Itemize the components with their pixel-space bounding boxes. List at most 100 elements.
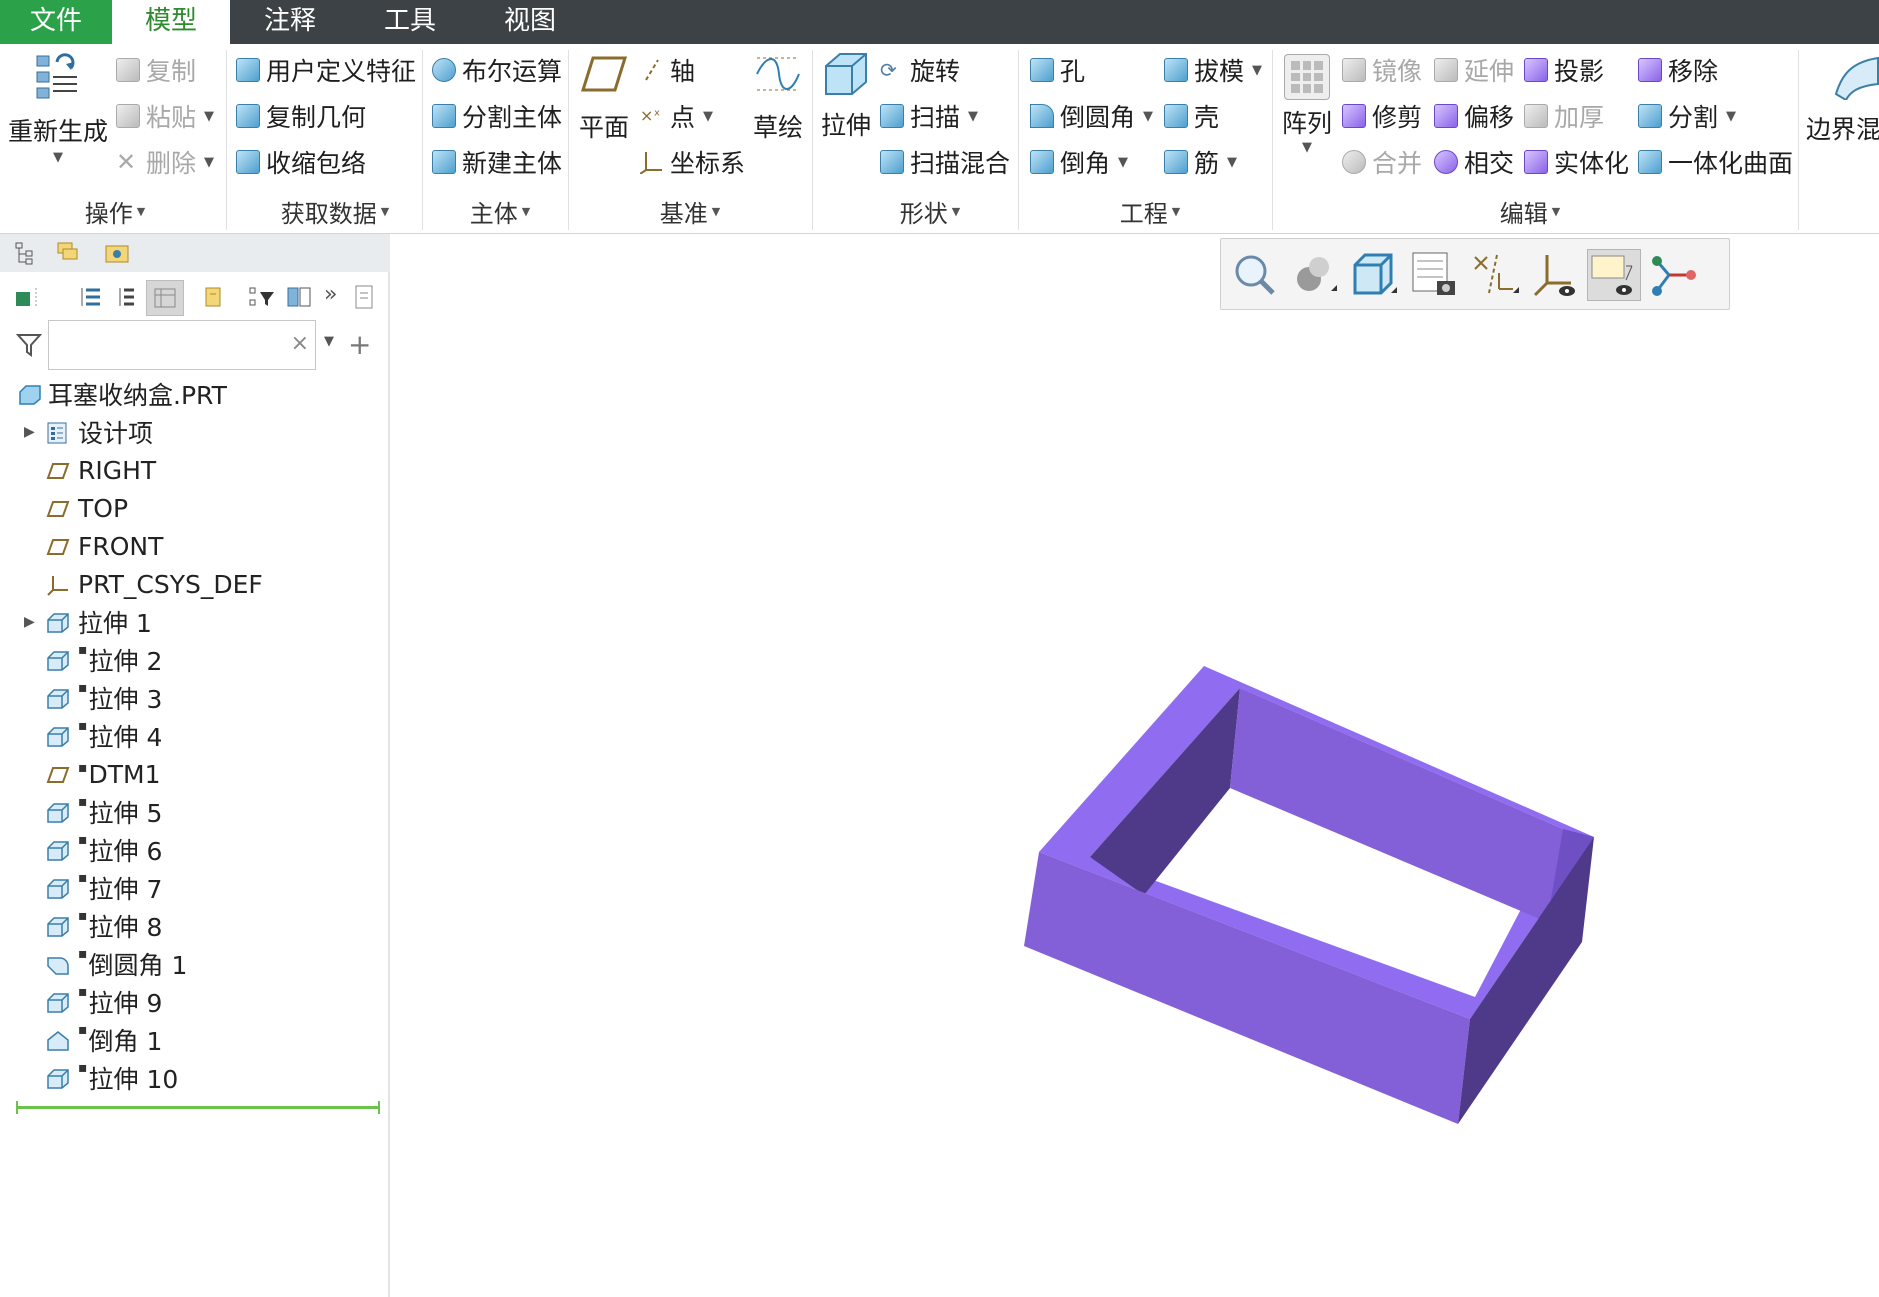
shell-button[interactable]: 壳 xyxy=(1164,98,1219,134)
axis-button[interactable]: 轴 xyxy=(640,52,695,88)
csys-button[interactable]: 坐标系 xyxy=(639,144,745,180)
tree-search-input[interactable]: × xyxy=(48,320,316,370)
tree-item[interactable]: ▪拉伸 10 xyxy=(0,1060,380,1096)
group-shapes[interactable]: 形状 ▼ xyxy=(870,194,990,228)
clear-search-icon[interactable]: × xyxy=(291,331,309,356)
datum-display-icon[interactable] xyxy=(1467,249,1521,301)
udf-button[interactable]: 用户定义特征 xyxy=(236,52,416,88)
tree-item[interactable]: ▶ 拉伸 1 xyxy=(0,604,380,640)
tree-item[interactable]: ▪拉伸 6 xyxy=(0,832,380,868)
revolve-button[interactable]: ⟳ 旋转 xyxy=(880,52,960,88)
tree-item[interactable]: ▪拉伸 2 xyxy=(0,642,380,678)
view-manager-icon[interactable] xyxy=(1407,249,1461,301)
tree-display-icon[interactable] xyxy=(14,284,40,310)
shrinkwrap-button[interactable]: 收缩包络 xyxy=(236,144,366,180)
refit-icon[interactable] xyxy=(1227,249,1281,301)
tree-item[interactable]: ▶ 设计项 xyxy=(0,414,380,450)
split-body-button[interactable]: 分割主体 xyxy=(432,98,562,134)
chamfer-button[interactable]: 倒角 ▼ xyxy=(1030,144,1128,180)
tree-item[interactable]: ▪拉伸 3 xyxy=(0,680,380,716)
tree-page-icon[interactable] xyxy=(352,284,378,310)
pattern-button[interactable]: 阵列 ▼ xyxy=(1278,54,1336,155)
annotation-display-icon[interactable] xyxy=(1587,249,1641,301)
add-filter-icon[interactable]: + xyxy=(348,328,371,361)
plane-button[interactable]: 平面 xyxy=(576,54,632,144)
group-operations[interactable]: 操作 ▼ xyxy=(40,194,190,228)
tab-view[interactable]: 视图 xyxy=(480,0,580,44)
expand-arrow-icon[interactable]: ▶ xyxy=(24,614,38,630)
regenerate-dropdown[interactable]: ▼ xyxy=(6,150,110,165)
pattern-dropdown[interactable]: ▼ xyxy=(1278,140,1336,155)
tree-item[interactable]: ▪拉伸 8 xyxy=(0,908,380,944)
group-datum[interactable]: 基准 ▼ xyxy=(630,194,750,228)
tree-item[interactable]: PRT_CSYS_DEF xyxy=(0,566,380,602)
tree-columns-setup-icon[interactable] xyxy=(286,284,312,310)
spin-center-icon[interactable] xyxy=(1647,249,1701,301)
tab-annotate[interactable]: 注释 xyxy=(240,0,340,44)
rib-button[interactable]: 筋 ▼ xyxy=(1164,144,1237,180)
project-button[interactable]: 投影 xyxy=(1524,52,1604,88)
mirror-button[interactable]: 镜像 xyxy=(1342,52,1422,88)
tree-item[interactable]: ▪拉伸 5 xyxy=(0,794,380,830)
thicken-button[interactable]: 加厚 xyxy=(1524,98,1604,134)
tab-tools[interactable]: 工具 xyxy=(360,0,460,44)
extend-button[interactable]: 延伸 xyxy=(1434,52,1514,88)
point-button[interactable]: ×ˣ 点 ▼ xyxy=(640,98,713,134)
tree-columns-icon[interactable] xyxy=(146,280,184,316)
intersect-button[interactable]: 相交 xyxy=(1434,144,1514,180)
offset-button[interactable]: 偏移 xyxy=(1434,98,1514,134)
tree-item[interactable]: ▪倒角 1 xyxy=(0,1022,380,1058)
sweep-button[interactable]: 扫描 ▼ xyxy=(880,98,978,134)
boundary-blend-button[interactable]: 边界混 xyxy=(1806,54,1879,146)
sketch-button[interactable]: 草绘 xyxy=(750,54,806,144)
group-get-data[interactable]: 获取数据 ▼ xyxy=(250,194,420,228)
tab-model[interactable]: 模型 xyxy=(112,0,230,44)
paste-button[interactable]: 粘贴 ▼ xyxy=(116,98,214,134)
extrude-button[interactable]: 拉伸 xyxy=(818,50,874,142)
tree-item[interactable]: TOP xyxy=(0,490,380,526)
split-button[interactable]: 分割 ▼ xyxy=(1638,98,1736,134)
model-3d-view[interactable] xyxy=(392,234,1879,1297)
trim-button[interactable]: 修剪 xyxy=(1342,98,1422,134)
merge-button[interactable]: 合并 xyxy=(1342,144,1422,180)
group-editing[interactable]: 编辑 ▼ xyxy=(1470,194,1590,228)
tree-item[interactable]: RIGHT xyxy=(0,452,380,488)
folder-browser-tab-icon[interactable] xyxy=(104,241,130,265)
solidify-button[interactable]: 实体化 xyxy=(1524,144,1629,180)
search-dropdown-icon[interactable]: ▼ xyxy=(324,334,334,349)
tree-item[interactable]: ▪拉伸 7 xyxy=(0,870,380,906)
tree-item[interactable]: ▪倒圆角 1 xyxy=(0,946,380,982)
tree-filter-icon[interactable] xyxy=(248,284,274,310)
swept-blend-button[interactable]: 扫描混合 xyxy=(880,144,1010,180)
new-body-button[interactable]: 新建主体 xyxy=(432,144,562,180)
draft-button[interactable]: 拔模 ▼ xyxy=(1164,52,1262,88)
layers-tab-icon[interactable] xyxy=(56,241,82,265)
model-tree-tab-icon[interactable] xyxy=(14,241,40,265)
insert-here-marker[interactable] xyxy=(16,1101,380,1114)
filter-icon[interactable] xyxy=(15,332,43,358)
remove-button[interactable]: 移除 xyxy=(1638,52,1718,88)
tree-collapse-icon[interactable] xyxy=(114,284,140,310)
regenerate-button[interactable]: 重新生成 ▼ xyxy=(6,50,110,165)
more-chevron-icon[interactable]: » xyxy=(324,284,350,310)
graphics-window[interactable] xyxy=(392,234,1879,1297)
saved-orientations-icon[interactable] xyxy=(1347,249,1401,301)
csys-display-icon[interactable] xyxy=(1527,249,1581,301)
shading-icon[interactable] xyxy=(1287,249,1341,301)
tree-settings-icon[interactable] xyxy=(200,284,226,310)
group-engineering[interactable]: 工程 ▼ xyxy=(1090,194,1210,228)
tree-item[interactable]: ▪DTM1 xyxy=(0,756,380,792)
tree-item[interactable]: ▪拉伸 4 xyxy=(0,718,380,754)
copy-geometry-button[interactable]: 复制几何 xyxy=(236,98,366,134)
copy-button[interactable]: 复制 xyxy=(116,52,196,88)
round-button[interactable]: 倒圆角 ▼ xyxy=(1030,98,1153,134)
tree-expand-icon[interactable] xyxy=(78,284,104,310)
expand-arrow-icon[interactable]: ▶ xyxy=(24,424,38,440)
hole-button[interactable]: 孔 xyxy=(1030,52,1085,88)
boolean-button[interactable]: 布尔运算 xyxy=(432,52,562,88)
unify-surface-button[interactable]: 一体化曲面 xyxy=(1638,144,1793,180)
tree-item[interactable]: FRONT xyxy=(0,528,380,564)
tab-file[interactable]: 文件 xyxy=(0,0,112,44)
tree-item[interactable]: ▪拉伸 9 xyxy=(0,984,380,1020)
delete-button[interactable]: ✕ 删除 ▼ xyxy=(116,144,214,180)
